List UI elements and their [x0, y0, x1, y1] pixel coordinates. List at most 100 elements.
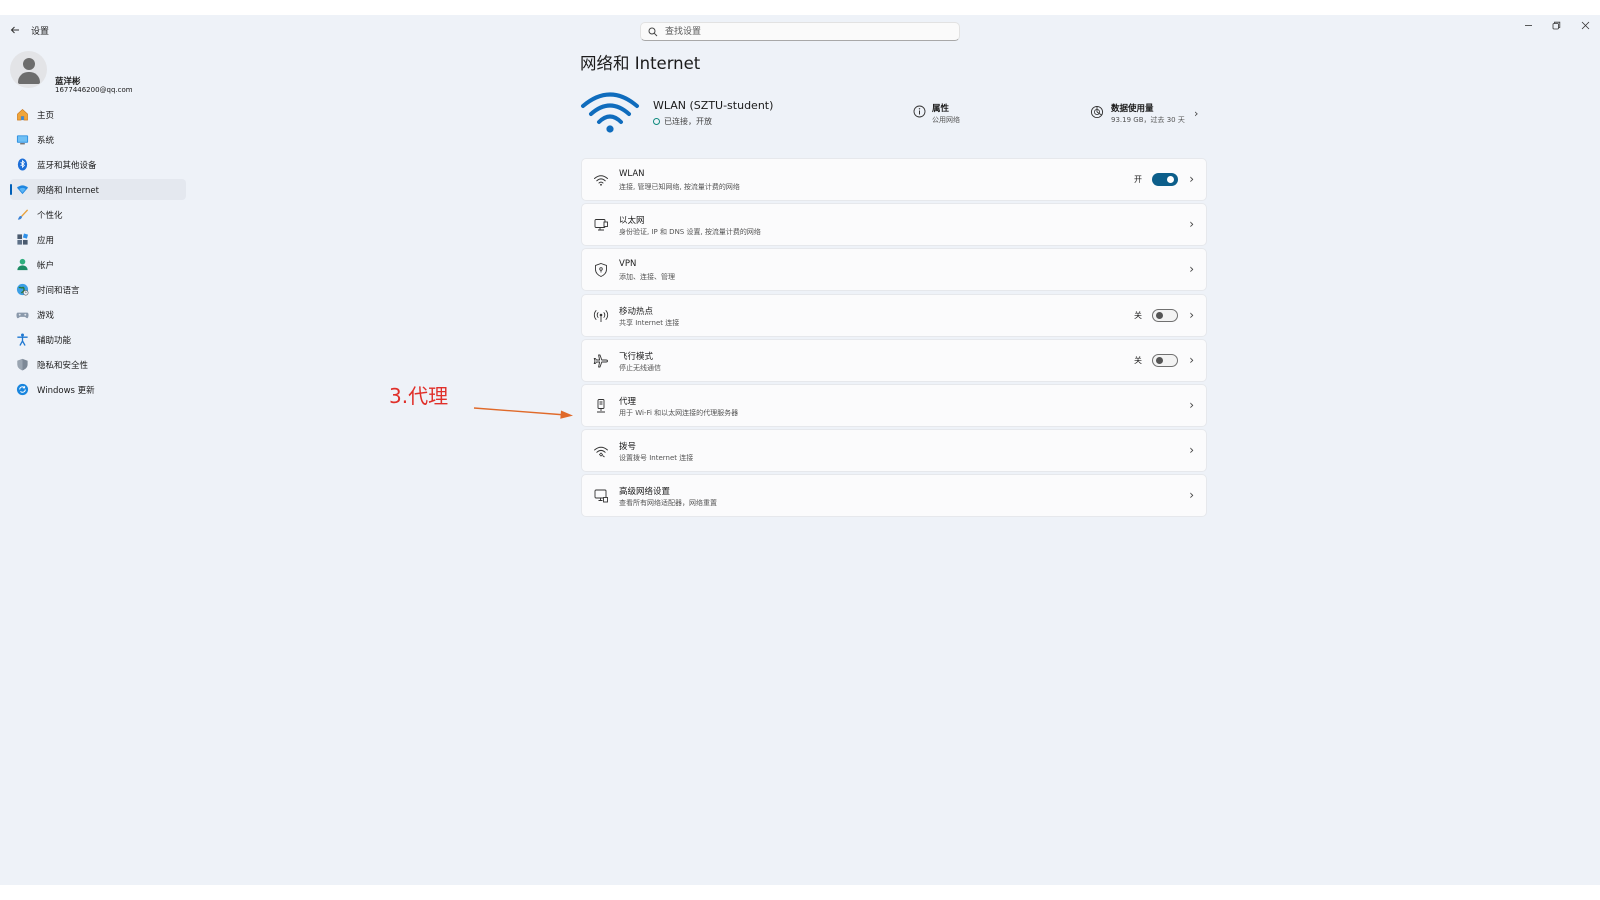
minimize-icon	[1524, 25, 1532, 26]
annotation-label: 3.代理	[389, 384, 449, 408]
card-subtitle: 用于 Wi-Fi 和以太网连接的代理服务器	[619, 409, 739, 417]
chevron-right-icon: ›	[1189, 217, 1194, 231]
sidebar-item-label: 应用	[37, 236, 55, 246]
network-icon	[16, 185, 29, 195]
sidebar-item-label: 网络和 Internet	[37, 186, 99, 196]
sidebar-item-label: 辅助功能	[37, 336, 72, 346]
card-subtitle: 共享 Internet 连接	[619, 319, 680, 327]
wlan-toggle[interactable]	[1152, 173, 1178, 186]
network-hero: WLAN (SZTU-student) 已连接，开放 属性 公用网络 数据使用量…	[580, 87, 1206, 147]
system-icon	[16, 135, 29, 145]
sidebar-item-privacy[interactable]: 隐私和安全性	[10, 354, 186, 375]
sidebar-item-home[interactable]: 主页	[10, 104, 186, 125]
close-button[interactable]	[1575, 20, 1595, 36]
card-vpn[interactable]: VPN 添加、连接、管理 ›	[581, 248, 1207, 291]
sidebar-nav: 主页 系统 蓝牙和其他设备 网络和 Internet 个性化 应用 帐户 时间和…	[10, 104, 186, 404]
sidebar-item-accounts[interactable]: 帐户	[10, 254, 186, 275]
card-subtitle: 设置拨号 Internet 连接	[619, 454, 694, 462]
card-title: 飞行模式	[619, 352, 654, 362]
settings-window: 设置 蓝洋彬 1677446200@qq.com 主页 系统	[0, 15, 1600, 885]
title-bar: 设置	[0, 15, 1600, 45]
advanced-network-icon	[594, 489, 608, 503]
sidebar-item-windows-update[interactable]: Windows 更新	[10, 379, 186, 400]
sidebar-item-label: 游戏	[37, 311, 55, 321]
wifi-large-icon	[581, 92, 639, 133]
properties-title: 属性	[932, 104, 950, 114]
home-icon	[17, 109, 28, 121]
data-usage-subtitle: 93.19 GB，过去 30 天	[1111, 116, 1185, 124]
sidebar-item-label: 时间和语言	[37, 286, 80, 296]
brush-icon	[17, 209, 29, 220]
connection-status-text: 已连接，开放	[664, 117, 712, 126]
annotation-arrow	[473, 407, 573, 419]
sidebar-item-label: 蓝牙和其他设备	[37, 161, 97, 171]
card-title: 拨号	[619, 442, 637, 452]
toggle-state-label: 开	[1134, 175, 1142, 184]
chevron-right-icon: ›	[1189, 353, 1194, 367]
sidebar-item-gaming[interactable]: 游戏	[10, 304, 186, 325]
proxy-icon	[597, 399, 605, 413]
card-proxy[interactable]: 代理 用于 Wi-Fi 和以太网连接的代理服务器 ›	[581, 384, 1207, 427]
search-icon	[648, 27, 658, 37]
search-input[interactable]	[665, 25, 945, 38]
bluetooth-icon	[17, 158, 28, 171]
sidebar-item-bluetooth[interactable]: 蓝牙和其他设备	[10, 154, 186, 175]
card-dialup[interactable]: 拨号 设置拨号 Internet 连接 ›	[581, 429, 1207, 472]
data-usage-icon	[1090, 105, 1104, 119]
apps-icon	[17, 233, 29, 245]
restore-icon	[1552, 21, 1560, 30]
card-airplane-mode[interactable]: 飞行模式 停止无线通信 关 ›	[581, 339, 1207, 382]
sidebar-item-time-language[interactable]: 时间和语言	[10, 279, 186, 300]
airplane-icon	[593, 354, 608, 368]
avatar	[10, 51, 47, 88]
hotspot-icon	[593, 309, 609, 322]
chevron-right-icon: ›	[1189, 488, 1194, 502]
hotspot-toggle[interactable]	[1152, 309, 1178, 322]
chevron-right-icon: ›	[1189, 308, 1194, 322]
gaming-icon	[16, 312, 29, 319]
arrow-left-icon	[10, 26, 19, 34]
card-ethernet[interactable]: 以太网 身份验证, IP 和 DNS 设置, 按流量计费的网络 ›	[581, 203, 1207, 246]
network-name: WLAN (SZTU-student)	[653, 99, 774, 112]
sidebar-item-apps[interactable]: 应用	[10, 229, 186, 250]
toggle-state-label: 关	[1134, 356, 1142, 365]
user-email: 1677446200@qq.com	[55, 86, 133, 94]
toggle-state-label: 关	[1134, 311, 1142, 320]
card-wlan[interactable]: WLAN 连接, 管理已知网络, 按流量计费的网络 开 ›	[581, 158, 1207, 201]
sidebar-item-label: 个性化	[37, 211, 63, 221]
card-subtitle: 添加、连接、管理	[619, 273, 675, 281]
accessibility-icon	[17, 333, 28, 346]
dialup-icon	[594, 446, 608, 458]
chevron-right-icon: ›	[1189, 443, 1194, 457]
account-icon	[17, 258, 28, 271]
connection-status: 已连接，开放	[653, 116, 712, 127]
card-subtitle: 停止无线通信	[619, 364, 661, 372]
sidebar-item-label: 系统	[37, 136, 55, 146]
data-usage-title: 数据使用量	[1111, 104, 1154, 114]
search-box[interactable]	[640, 22, 960, 41]
data-usage-button[interactable]: 数据使用量 93.19 GB，过去 30 天 ›	[1090, 100, 1206, 130]
card-subtitle: 查看所有网络适配器，网络重置	[619, 499, 717, 507]
app-title: 设置	[31, 27, 50, 37]
card-advanced-network[interactable]: 高级网络设置 查看所有网络适配器，网络重置 ›	[581, 474, 1207, 517]
sidebar-item-system[interactable]: 系统	[10, 129, 186, 150]
chevron-right-icon: ›	[1189, 172, 1194, 186]
card-title: 代理	[619, 397, 637, 407]
minimize-button[interactable]	[1518, 20, 1538, 36]
back-button[interactable]	[8, 23, 22, 37]
card-subtitle: 身份验证, IP 和 DNS 设置, 按流量计费的网络	[619, 228, 761, 236]
properties-button[interactable]: 属性 公用网络	[913, 100, 1023, 130]
sidebar-item-personalization[interactable]: 个性化	[10, 204, 186, 225]
restore-button[interactable]	[1546, 20, 1566, 36]
airplane-toggle[interactable]	[1152, 354, 1178, 367]
card-title: VPN	[619, 259, 637, 269]
properties-subtitle: 公用网络	[932, 116, 960, 124]
globe-icon	[653, 118, 660, 125]
card-mobile-hotspot[interactable]: 移动热点 共享 Internet 连接 关 ›	[581, 294, 1207, 337]
card-title: WLAN	[619, 169, 645, 179]
sidebar-item-network[interactable]: 网络和 Internet	[10, 179, 186, 200]
sidebar-item-accessibility[interactable]: 辅助功能	[10, 329, 186, 350]
card-title: 高级网络设置	[619, 487, 671, 497]
vpn-shield-icon	[595, 263, 607, 277]
card-title: 移动热点	[619, 307, 654, 317]
